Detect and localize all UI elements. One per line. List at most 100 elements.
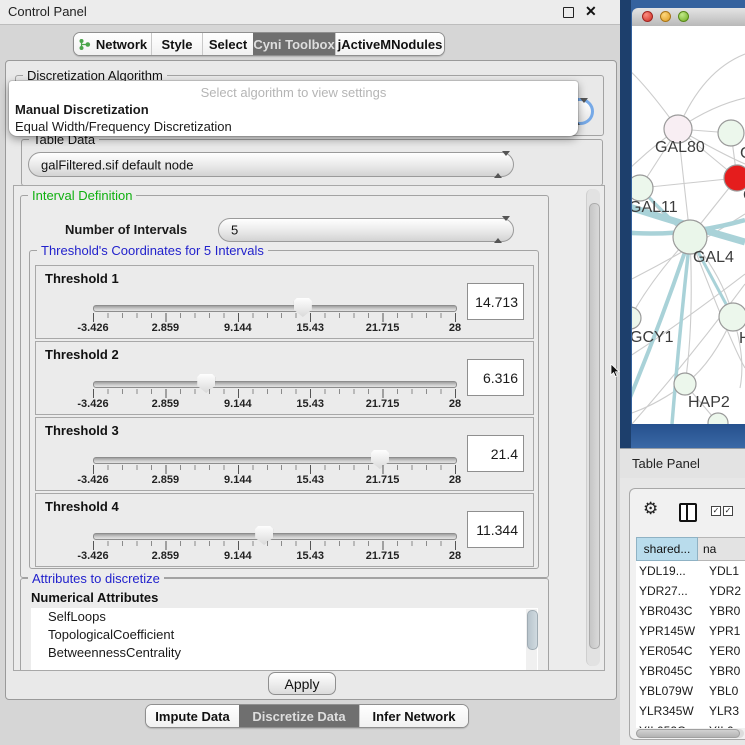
select-columns-icon[interactable]: ✓ ✓ — [711, 506, 733, 516]
threshold-row-4: Threshold 4 -3.4262.8599.14415.4321.7152… — [35, 493, 534, 567]
table-row: YBR043CYBR0 — [636, 601, 745, 621]
combo-arrows-icon — [494, 156, 504, 174]
column-header-shared-name[interactable]: shared... — [636, 537, 698, 561]
scrollbar-thumb[interactable] — [589, 203, 600, 649]
network-node[interactable] — [632, 175, 653, 201]
tab-discretize-data[interactable]: Discretize Data — [239, 705, 359, 727]
num-intervals-combobox[interactable]: 5 — [218, 218, 514, 242]
network-node-label: H — [739, 330, 745, 347]
screen: Control Panel ✕ Network Style Select Cyn… — [0, 0, 745, 745]
float-window-icon[interactable] — [563, 7, 574, 18]
vertical-scrollbar[interactable] — [586, 189, 600, 666]
table-cell-shared-name[interactable]: YLR345W — [636, 701, 701, 721]
network-canvas[interactable]: GAL80GACGAL11GAL4GCY1HHAP2 — [632, 26, 745, 424]
table-cell-name[interactable]: YBL0 — [701, 681, 745, 701]
threshold-slider-track[interactable] — [93, 533, 457, 540]
table-cell-name[interactable]: YBR0 — [701, 661, 745, 681]
tab-select[interactable]: Select — [202, 33, 253, 55]
table-cell-shared-name[interactable]: YDR27... — [636, 581, 701, 601]
threshold-row-1: Threshold 1 -3.4262.8599.14415.4321.7152… — [35, 265, 534, 339]
dropdown-option-manual-discretization[interactable]: Manual Discretization — [9, 101, 578, 118]
table-cell-shared-name[interactable]: YBR043C — [636, 601, 701, 621]
minimize-traffic-light[interactable] — [660, 11, 671, 22]
close-traffic-light[interactable] — [642, 11, 653, 22]
table-cell-name[interactable]: YPR1 — [701, 621, 745, 641]
table-cell-name[interactable]: YIL0 — [701, 721, 745, 728]
threshold-slider-track[interactable] — [93, 457, 457, 464]
checkbox-icon: ✓ — [711, 506, 721, 516]
table-cell-shared-name[interactable]: YBR045C — [636, 661, 701, 681]
scale-label: 9.144 — [224, 398, 252, 410]
network-node[interactable] — [724, 165, 745, 191]
scale-label: 21.715 — [366, 474, 400, 486]
network-node-label: GCY1 — [632, 329, 674, 346]
table-data-combobox[interactable]: galFiltered.sif default node — [28, 152, 514, 177]
table-cell-shared-name[interactable]: YBL079W — [636, 681, 701, 701]
threshold-value-field[interactable]: 21.4 — [467, 435, 524, 472]
table-cell-name[interactable]: YER0 — [701, 641, 745, 661]
close-icon[interactable]: ✕ — [585, 3, 597, 20]
apply-button[interactable]: Apply — [268, 672, 336, 695]
table-cell-shared-name[interactable]: YPR145W — [636, 621, 701, 641]
tab-jactivemnodules[interactable]: jActiveMNodules — [335, 33, 444, 55]
network-node[interactable] — [719, 303, 745, 331]
scale-label: 21.715 — [366, 398, 400, 410]
numerical-attributes-list: SelfLoopsTopologicalCoefficientBetweenne… — [31, 608, 538, 671]
scale-label: 2.859 — [152, 474, 180, 486]
scrollbar-thumb[interactable] — [636, 729, 740, 738]
table-cell-shared-name[interactable]: YDL19... — [636, 561, 701, 581]
scale-label: 9.144 — [224, 322, 252, 334]
scale-label: 9.144 — [224, 550, 252, 562]
table-cell-shared-name[interactable]: YIL052C — [636, 721, 701, 728]
table-cell-name[interactable]: YDL1 — [701, 561, 745, 581]
zoom-traffic-light[interactable] — [678, 11, 689, 22]
threshold-row-2: Threshold 2 -3.4262.8599.14415.4321.7152… — [35, 341, 534, 415]
panel-title: Control Panel — [8, 4, 87, 19]
network-node[interactable] — [718, 120, 744, 146]
table-row: YBL079WYBL0 — [636, 681, 745, 701]
tab-network[interactable]: Network — [74, 33, 151, 55]
tab-impute-data[interactable]: Impute Data — [146, 705, 239, 727]
scale-label: 28 — [449, 322, 461, 334]
scale-label: 21.715 — [366, 322, 400, 334]
horizontal-scrollbar[interactable] — [636, 729, 744, 738]
attributes-group-title: Attributes to discretize — [28, 571, 164, 586]
network-window-titlebar[interactable] — [632, 8, 745, 27]
threshold-value-field[interactable]: 14.713 — [467, 283, 524, 320]
network-node-label: HAP2 — [688, 394, 730, 411]
network-node[interactable] — [632, 307, 641, 329]
columns-icon[interactable] — [679, 503, 697, 522]
attribute-list-item[interactable]: TopologicalCoefficient — [31, 626, 538, 644]
dropdown-option-placeholder[interactable]: Select algorithm to view settings — [9, 84, 578, 101]
table-cell-name[interactable]: YLR3 — [701, 701, 745, 721]
list-scrollbar[interactable] — [526, 609, 537, 671]
tab-cyni-toolbox[interactable]: Cyni Toolbox — [253, 33, 335, 55]
network-node[interactable] — [674, 373, 696, 395]
table-panel-body: ⚙ ✓ ✓ shared... na YDL19...YDL1YDR27...Y… — [620, 478, 745, 745]
tab-style[interactable]: Style — [151, 33, 202, 55]
table-row: YPR145WYPR1 — [636, 621, 745, 641]
scale-label: 2.859 — [152, 550, 180, 562]
threshold-slider-track[interactable] — [93, 305, 457, 312]
threshold-value-field[interactable]: 11.344 — [467, 511, 524, 548]
scale-label: 2.859 — [152, 398, 180, 410]
attribute-list-item[interactable]: SelfLoops — [31, 608, 538, 626]
tab-infer-network[interactable]: Infer Network — [359, 705, 468, 727]
interval-definition-title: Interval Definition — [28, 188, 136, 203]
scale-label: 2.859 — [152, 322, 180, 334]
bottom-tab-bar: Impute Data Discretize Data Infer Networ… — [145, 704, 469, 728]
threshold-value-field[interactable]: 6.316 — [467, 359, 524, 396]
threshold-label: Threshold 4 — [45, 499, 119, 514]
column-header-name[interactable]: na — [698, 537, 745, 561]
attribute-list-item[interactable]: BetweennessCentrality — [31, 644, 538, 662]
threshold-label: Threshold 2 — [45, 347, 119, 362]
threshold-slider-track[interactable] — [93, 381, 457, 388]
table-cell-shared-name[interactable]: YER054C — [636, 641, 701, 661]
algorithm-dropdown-popup: Select algorithm to view settings Manual… — [9, 81, 578, 136]
dropdown-option-equal-width-frequency[interactable]: Equal Width/Frequency Discretization — [9, 118, 578, 135]
gear-icon[interactable]: ⚙ — [643, 500, 658, 517]
table-row: YER054CYER0 — [636, 641, 745, 661]
attributes-group: Attributes to discretize Numerical Attri… — [20, 578, 549, 671]
table-cell-name[interactable]: YDR2 — [701, 581, 745, 601]
table-cell-name[interactable]: YBR0 — [701, 601, 745, 621]
